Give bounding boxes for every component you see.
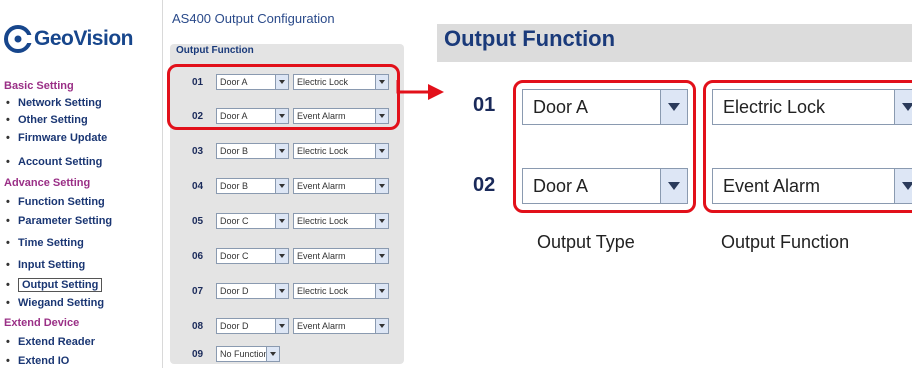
output-type-select[interactable]: Door B bbox=[216, 143, 289, 159]
sidebar-item-extend-reader[interactable]: • Extend Reader bbox=[6, 336, 95, 348]
zoom-output-number: 02 bbox=[473, 174, 496, 196]
sidebar-item-firmware-update[interactable]: • Firmware Update bbox=[6, 132, 107, 144]
sidebar-item-parameter-setting[interactable]: • Parameter Setting bbox=[6, 215, 112, 227]
sidebar-item-account-setting[interactable]: • Account Setting bbox=[6, 156, 102, 168]
annotation-highlight-rows bbox=[167, 64, 400, 130]
sidebar-section-advance: Advance Setting bbox=[4, 177, 91, 189]
zoom-header: Output Function bbox=[444, 26, 616, 51]
output-function-select[interactable]: Electric Lock bbox=[293, 143, 389, 159]
sidebar-item-network-setting[interactable]: • Network Setting bbox=[6, 97, 102, 109]
caption-output-type: Output Type bbox=[537, 232, 635, 252]
output-function-select[interactable]: Electric Lock bbox=[293, 283, 389, 299]
chevron-down-icon bbox=[375, 179, 388, 193]
chevron-down-icon bbox=[375, 284, 388, 298]
output-number: 07 bbox=[192, 285, 204, 297]
chevron-down-icon bbox=[275, 319, 288, 333]
output-function-select[interactable]: Electric Lock bbox=[293, 213, 389, 229]
output-function-select[interactable]: Event Alarm bbox=[293, 248, 389, 264]
geovision-logo-icon bbox=[4, 25, 32, 53]
output-number: 08 bbox=[192, 320, 204, 332]
sidebar-item-time-setting[interactable]: • Time Setting bbox=[6, 237, 84, 249]
output-row: 09 No Function bbox=[192, 346, 284, 362]
output-number: 04 bbox=[192, 180, 204, 192]
output-function-select[interactable]: Event Alarm bbox=[293, 178, 389, 194]
sidebar-item-wiegand-setting[interactable]: • Wiegand Setting bbox=[6, 297, 104, 309]
output-row: 04 Door B Event Alarm bbox=[192, 178, 393, 194]
output-number: 09 bbox=[192, 348, 204, 360]
output-type-select[interactable]: Door D bbox=[216, 283, 289, 299]
chevron-down-icon bbox=[375, 214, 388, 228]
sidebar-section-basic: Basic Setting bbox=[4, 80, 74, 92]
sidebar-divider bbox=[162, 0, 163, 368]
output-row: 08 Door D Event Alarm bbox=[192, 318, 393, 334]
brand-name: GeoVision bbox=[34, 27, 133, 50]
chevron-down-icon bbox=[375, 144, 388, 158]
sidebar-item-input-setting[interactable]: • Input Setting bbox=[6, 259, 85, 271]
page-title: AS400 Output Configuration bbox=[172, 11, 335, 26]
chevron-down-icon bbox=[275, 249, 288, 263]
output-row: 03 Door B Electric Lock bbox=[192, 143, 393, 159]
chevron-down-icon bbox=[266, 347, 279, 361]
chevron-down-icon bbox=[375, 319, 388, 333]
output-type-select[interactable]: Door D bbox=[216, 318, 289, 334]
sidebar-item-output-setting[interactable]: • Output Setting bbox=[6, 278, 103, 292]
chevron-down-icon bbox=[275, 144, 288, 158]
chevron-down-icon bbox=[375, 249, 388, 263]
chevron-down-icon bbox=[275, 179, 288, 193]
output-type-select[interactable]: No Function bbox=[216, 346, 280, 362]
annotation-output-function bbox=[703, 80, 912, 213]
sidebar-item-function-setting[interactable]: • Function Setting bbox=[6, 196, 105, 208]
annotation-output-type bbox=[513, 80, 696, 213]
zoom-output-number: 01 bbox=[473, 94, 496, 116]
output-type-select[interactable]: Door C bbox=[216, 213, 289, 229]
chevron-down-icon bbox=[275, 214, 288, 228]
brand-logo: GeoVision bbox=[4, 22, 154, 56]
sidebar-item-extend-io[interactable]: • Extend IO bbox=[6, 355, 69, 367]
output-row: 07 Door D Electric Lock bbox=[192, 283, 393, 299]
output-row: 06 Door C Event Alarm bbox=[192, 248, 393, 264]
sidebar-item-other-setting[interactable]: • Other Setting bbox=[6, 114, 88, 126]
output-number: 06 bbox=[192, 250, 204, 262]
output-number: 03 bbox=[192, 145, 204, 157]
chevron-down-icon bbox=[275, 284, 288, 298]
arrow-right-icon bbox=[396, 80, 444, 100]
output-type-select[interactable]: Door B bbox=[216, 178, 289, 194]
sidebar-section-extend: Extend Device bbox=[4, 317, 80, 329]
output-type-select[interactable]: Door C bbox=[216, 248, 289, 264]
output-number: 05 bbox=[192, 215, 204, 227]
panel-header: Output Function bbox=[176, 45, 254, 56]
caption-output-function: Output Function bbox=[721, 232, 850, 252]
output-row: 05 Door C Electric Lock bbox=[192, 213, 393, 229]
output-function-select[interactable]: Event Alarm bbox=[293, 318, 389, 334]
